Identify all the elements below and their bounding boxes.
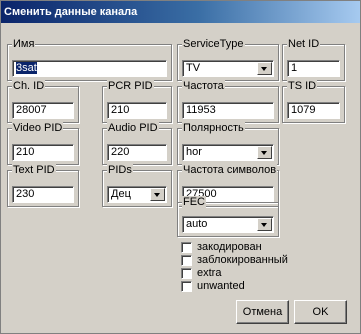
text-pid-group: Text PID 230: [7, 164, 79, 207]
service-type-label: ServiceType: [182, 38, 245, 50]
text-pid-label: Text PID: [12, 164, 56, 176]
ts-id-group: TS ID 1079: [282, 80, 345, 123]
encoded-checkbox[interactable]: закодирован: [181, 241, 262, 254]
audio-pid-label: Audio PID: [107, 122, 159, 134]
checkbox-box[interactable]: [181, 268, 192, 279]
video-pid-input[interactable]: 210: [12, 144, 74, 161]
text-pid-input[interactable]: 230: [12, 186, 74, 203]
ch-id-input[interactable]: 28007: [12, 102, 74, 119]
ch-id-label: Ch. ID: [12, 80, 46, 92]
service-type-group: ServiceType TV: [177, 38, 279, 81]
chevron-down-icon[interactable]: [150, 188, 165, 201]
pcr-pid-input[interactable]: 210: [107, 102, 167, 119]
video-pid-label: Video PID: [12, 122, 64, 134]
ts-id-label: TS ID: [287, 80, 318, 92]
checkbox-box[interactable]: [181, 242, 192, 253]
fec-group: FEC auto: [177, 196, 279, 237]
name-input[interactable]: 3sat: [12, 60, 167, 77]
chevron-down-icon[interactable]: [257, 218, 272, 231]
name-group: Имя 3sat: [7, 38, 172, 81]
extra-checkbox[interactable]: extra: [181, 267, 221, 280]
checkbox-box[interactable]: [181, 255, 192, 266]
cancel-button[interactable]: Отмена: [236, 300, 289, 324]
service-type-select[interactable]: TV: [182, 60, 274, 77]
ch-id-group: Ch. ID 28007: [7, 80, 79, 123]
dialog-title: Сменить данные канала: [1, 1, 360, 23]
pids-select[interactable]: Дец: [107, 186, 167, 203]
extra-label: extra: [197, 267, 222, 279]
polarity-label: Полярность: [182, 122, 245, 134]
net-id-label: Net ID: [287, 38, 321, 50]
ts-id-input[interactable]: 1079: [287, 102, 340, 119]
fec-select[interactable]: auto: [182, 216, 274, 233]
blocked-checkbox[interactable]: заблокированный: [181, 254, 288, 267]
frequency-group: Частота 11953: [177, 80, 279, 123]
pcr-pid-group: PCR PID 210: [102, 80, 172, 123]
pcr-pid-label: PCR PID: [107, 80, 154, 92]
video-pid-group: Video PID 210: [7, 122, 79, 165]
chevron-down-icon[interactable]: [257, 62, 272, 75]
checkbox-box[interactable]: [181, 281, 192, 292]
encoded-label: закодирован: [197, 241, 262, 253]
polarity-group: Полярность hor: [177, 122, 279, 165]
polarity-select[interactable]: hor: [182, 144, 274, 161]
net-id-group: Net ID 1: [282, 38, 345, 81]
blocked-label: заблокированный: [197, 254, 288, 266]
frequency-label: Частота: [182, 80, 225, 92]
net-id-input[interactable]: 1: [287, 60, 340, 77]
name-label: Имя: [12, 38, 36, 50]
chevron-down-icon[interactable]: [257, 146, 272, 159]
ok-button[interactable]: OK: [294, 300, 347, 324]
audio-pid-input[interactable]: 220: [107, 144, 167, 161]
channel-edit-dialog: Сменить данные канала Имя 3sat ServiceTy…: [0, 0, 361, 334]
fec-label: FEC: [182, 196, 206, 208]
pids-label: PIDs: [107, 164, 133, 176]
symbol-rate-label: Частота символов: [182, 164, 278, 176]
frequency-input[interactable]: 11953: [182, 102, 274, 119]
unwanted-label: unwanted: [197, 280, 245, 292]
unwanted-checkbox[interactable]: unwanted: [181, 280, 245, 293]
dialog-body: Имя 3sat ServiceType TV Net ID 1 Ch. ID …: [4, 26, 356, 330]
pids-group: PIDs Дец: [102, 164, 172, 207]
audio-pid-group: Audio PID 220: [102, 122, 172, 165]
